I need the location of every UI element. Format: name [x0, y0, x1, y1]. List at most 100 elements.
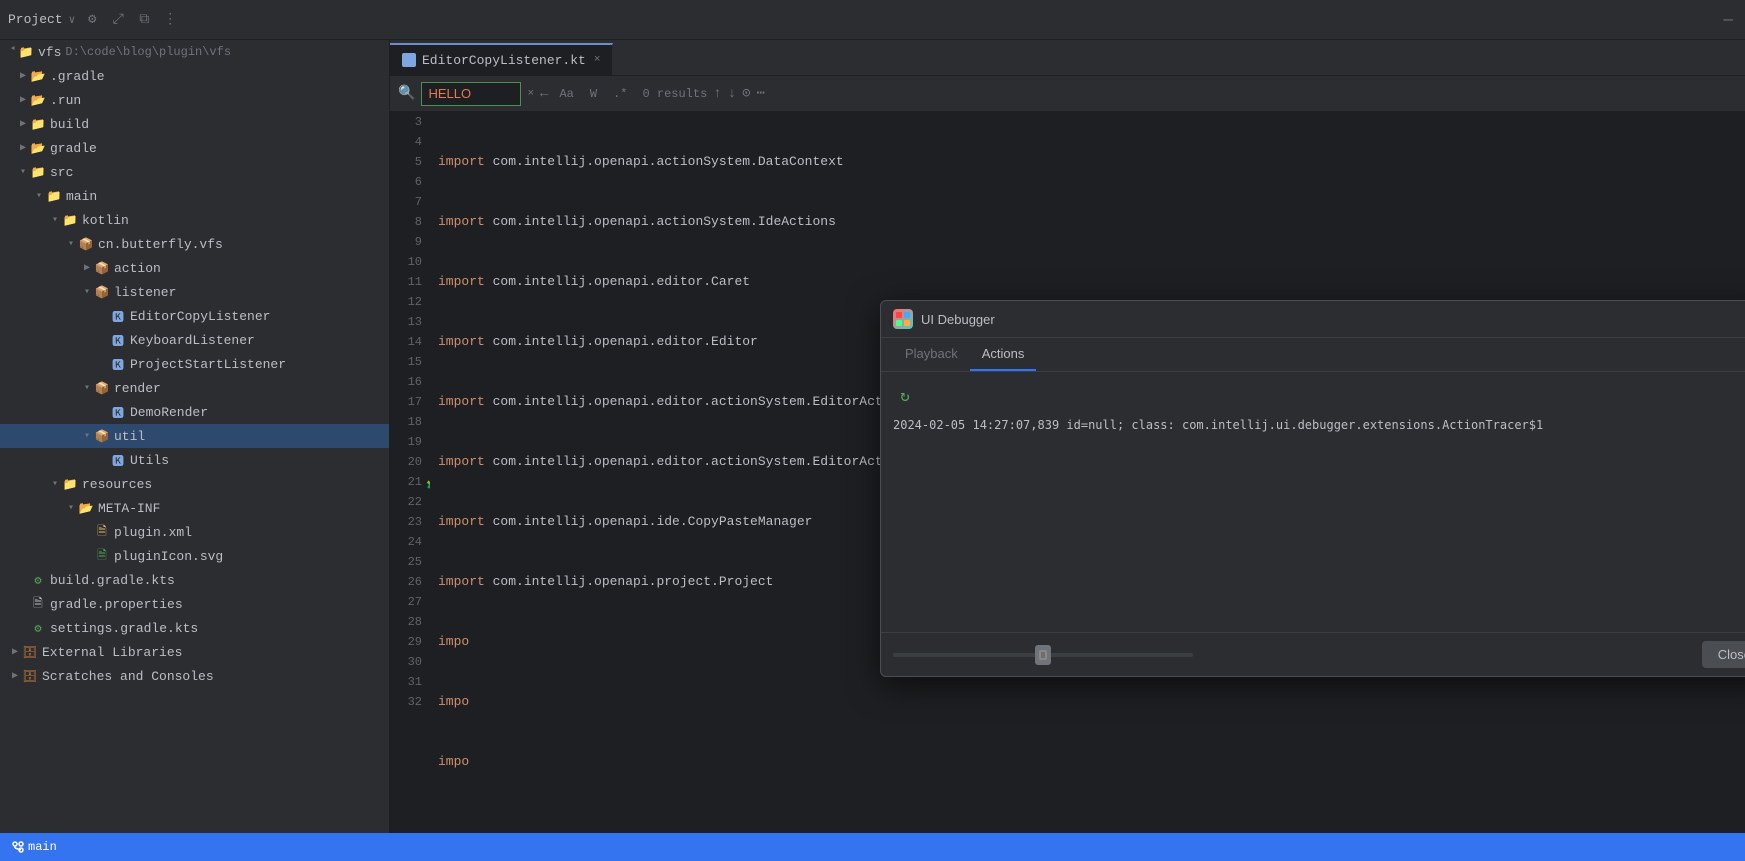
modal-tab-actions[interactable]: Actions: [970, 338, 1037, 371]
root-name: vfs: [38, 45, 61, 60]
action-arrow: ▶: [80, 261, 94, 275]
action-folder-icon: 📦: [94, 260, 110, 276]
search-results-count: 0 results: [642, 87, 707, 101]
sidebar-item-build-gradle-kts[interactable]: ▶ ⚙ build.gradle.kts: [0, 568, 389, 592]
main-label: main: [66, 189, 97, 204]
kl-file-icon: 🅺: [110, 332, 126, 348]
psl-file-icon: 🅺: [110, 356, 126, 372]
modal-tab-playback[interactable]: Playback: [893, 338, 970, 371]
ecl-label: EditorCopyListener: [130, 309, 270, 324]
sidebar-item-gradle2[interactable]: ▶ 📂 gradle: [0, 136, 389, 160]
line-num-20: 20: [390, 452, 422, 472]
expand-icon[interactable]: ⤢: [109, 11, 127, 29]
modal-refresh-button[interactable]: ↻: [893, 384, 917, 408]
settings-icon[interactable]: ⚙: [83, 11, 101, 29]
branch-icon: [12, 841, 24, 853]
search-more-button[interactable]: ⋯: [757, 85, 765, 102]
search-clear-button[interactable]: ×: [527, 88, 534, 100]
sidebar-item-resources[interactable]: ▾ 📁 resources: [0, 472, 389, 496]
modal-log-entry: 2024-02-05 14:27:07,839 id=null; class: …: [893, 416, 1745, 434]
search-magnifier-icon: 🔍: [398, 85, 415, 102]
title-bar-icons: ⚙ ⤢ ⧉ ⋮: [83, 11, 179, 29]
search-next-button[interactable]: ↓: [728, 86, 736, 102]
tab-kt-icon: [402, 53, 416, 67]
modal-close-footer-button[interactable]: Close: [1702, 641, 1745, 668]
minimize-icon[interactable]: —: [1719, 11, 1737, 29]
tab-filename: EditorCopyListener.kt: [422, 53, 586, 68]
search-filter-button[interactable]: ⊙: [742, 85, 750, 102]
search-match-case-button[interactable]: Aa: [554, 85, 578, 103]
search-match-backward-button[interactable]: ←: [540, 86, 548, 102]
utils-file-icon: 🅺: [110, 452, 126, 468]
listener-folder-icon: 📦: [94, 284, 110, 300]
meta-arrow: ▾: [64, 501, 78, 515]
run-folder-icon: 📂: [30, 92, 46, 108]
resources-arrow: ▾: [48, 477, 62, 491]
sidebar-item-utils[interactable]: ▶ 🅺 Utils: [0, 448, 389, 472]
psl-label: ProjectStartListener: [130, 357, 286, 372]
editor-tab-editorcopylistener[interactable]: EditorCopyListener.kt ×: [390, 43, 613, 75]
line-num-19: 19: [390, 432, 422, 452]
tab-close-button[interactable]: ×: [594, 54, 601, 66]
line-num-12: 12: [390, 292, 422, 312]
sidebar-item-action[interactable]: ▶ 📦 action: [0, 256, 389, 280]
render-label: render: [114, 381, 161, 396]
line-num-23: 23 ⚡: [390, 512, 422, 532]
sidebar-item-editorcopylistener[interactable]: ▶ 🅺 EditorCopyListener: [0, 304, 389, 328]
sidebar-item-build[interactable]: ▶ 📁 build: [0, 112, 389, 136]
search-input[interactable]: [421, 82, 521, 106]
modal-slider[interactable]: [893, 653, 1193, 657]
search-prev-button[interactable]: ↑: [713, 86, 721, 102]
sidebar-item-meta-inf[interactable]: ▾ 📂 META-INF: [0, 496, 389, 520]
sidebar-root-item[interactable]: ▾ 📁 vfs D:\code\blog\plugin\vfs: [0, 40, 389, 64]
status-git-branch[interactable]: main: [12, 840, 57, 854]
sidebar-item-projectstartlistener[interactable]: ▶ 🅺 ProjectStartListener: [0, 352, 389, 376]
sidebar-item-util[interactable]: ▾ 📦 util: [0, 424, 389, 448]
sidebar-item-gradle[interactable]: ▶ 📂 .gradle: [0, 64, 389, 88]
project-label[interactable]: Project: [8, 12, 63, 27]
sidebar-item-render[interactable]: ▾ 📦 render: [0, 376, 389, 400]
sidebar-item-external-libraries[interactable]: ▶ 🗄 External Libraries: [0, 640, 389, 664]
line-num-8: 8: [390, 212, 422, 232]
sidebar-item-keyboardlistener[interactable]: ▶ 🅺 KeyboardListener: [0, 328, 389, 352]
resources-folder-icon: 📁: [62, 476, 78, 492]
search-regex-button[interactable]: .*: [608, 85, 632, 103]
sidebar-item-cn-butterfly-vfs[interactable]: ▾ 📦 cn.butterfly.vfs: [0, 232, 389, 256]
sidebar-item-plugin-xml[interactable]: ▶ 🗎 plugin.xml: [0, 520, 389, 544]
line-num-32: 32: [390, 692, 422, 712]
utils-label: Utils: [130, 453, 169, 468]
sidebar: ▾ 📁 vfs D:\code\blog\plugin\vfs ▶ 📂 .gra…: [0, 40, 390, 833]
menu-dots-icon[interactable]: ⋮: [161, 11, 179, 29]
code-line-4: import com.intellij.openapi.actionSystem…: [438, 212, 1745, 232]
sgk-file-icon: ⚙: [30, 620, 46, 636]
modal-slider-thumb[interactable]: [1035, 645, 1051, 665]
sidebar-item-scratches[interactable]: ▶ 🗄 Scratches and Consoles: [0, 664, 389, 688]
sidebar-item-src[interactable]: ▾ 📁 src: [0, 160, 389, 184]
split-icon[interactable]: ⧉: [135, 11, 153, 29]
sidebar-item-listener[interactable]: ▾ 📦 listener: [0, 280, 389, 304]
sidebar-item-kotlin[interactable]: ▾ 📁 kotlin: [0, 208, 389, 232]
sidebar-item-demorender[interactable]: ▶ 🅺 DemoRender: [0, 400, 389, 424]
dr-label: DemoRender: [130, 405, 208, 420]
sidebar-item-main[interactable]: ▾ 📁 main: [0, 184, 389, 208]
sidebar-item-settings-gradle-kts[interactable]: ▶ ⚙ settings.gradle.kts: [0, 616, 389, 640]
sidebar-item-pluginicon-svg[interactable]: ▶ 🗎 pluginIcon.svg: [0, 544, 389, 568]
search-whole-words-button[interactable]: W: [585, 85, 602, 103]
sc-arrow: ▶: [8, 669, 22, 683]
modal-spacer: [893, 434, 1745, 620]
line-num-28: 28: [390, 612, 422, 632]
build-label: build: [50, 117, 89, 132]
svg-file-icon: 🗎: [94, 548, 110, 564]
dr-file-icon: 🅺: [110, 404, 126, 420]
line-numbers: 3 4 5 6 7 8 9 10 11 12 13 14 15 16 17 18…: [390, 112, 430, 833]
editor-tabs: EditorCopyListener.kt ×: [390, 40, 1745, 76]
line-num-15: 15: [390, 352, 422, 372]
code-line-14: [438, 812, 1745, 832]
line-num-31: 31: [390, 672, 422, 692]
sidebar-item-run[interactable]: ▶ 📂 .run: [0, 88, 389, 112]
line-num-9: 9: [390, 232, 422, 252]
root-path: D:\code\blog\plugin\vfs: [65, 45, 231, 59]
gradle2-arrow: ▶: [16, 141, 30, 155]
kotlin-folder-icon: 📁: [62, 212, 78, 228]
sidebar-item-gradle-properties[interactable]: ▶ 🗎 gradle.properties: [0, 592, 389, 616]
